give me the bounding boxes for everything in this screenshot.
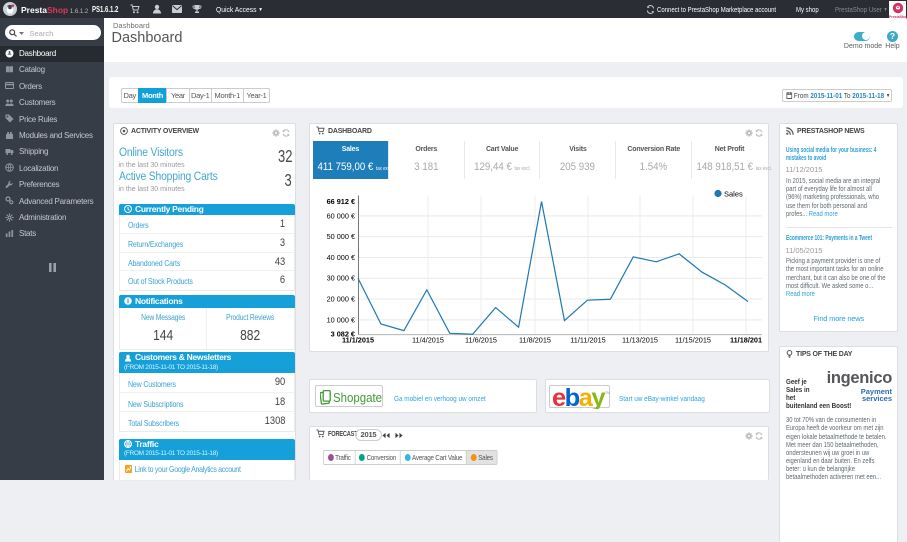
svg-text:Shopgate: Shopgate [333, 391, 382, 405]
svg-text:11/18/201: 11/18/201 [730, 335, 762, 344]
svg-text:40 000 €: 40 000 € [327, 252, 355, 261]
svg-text:20 000 €: 20 000 € [327, 294, 355, 303]
svg-text:11/11/2015: 11/11/2015 [570, 335, 605, 344]
svg-text:66 912 €: 66 912 € [327, 197, 355, 206]
svg-text:3 082 €: 3 082 € [331, 329, 355, 338]
svg-text:11/4/2015: 11/4/2015 [412, 335, 444, 344]
svg-text:11/13/2015: 11/13/2015 [622, 335, 658, 344]
svg-text:Sales: Sales [724, 189, 743, 198]
svg-text:ebay: ebay [552, 386, 606, 409]
svg-text:11/6/2015: 11/6/2015 [465, 335, 497, 344]
svg-text:30 000 €: 30 000 € [327, 273, 355, 282]
svg-text:11/15/2015: 11/15/2015 [675, 335, 711, 344]
svg-text:10 000 €: 10 000 € [327, 315, 355, 324]
svg-text:11/8/2015: 11/8/2015 [519, 335, 551, 344]
svg-text:50 000 €: 50 000 € [327, 232, 355, 241]
svg-text:60 000 €: 60 000 € [327, 211, 355, 220]
svg-text:TM: TM [605, 391, 610, 395]
